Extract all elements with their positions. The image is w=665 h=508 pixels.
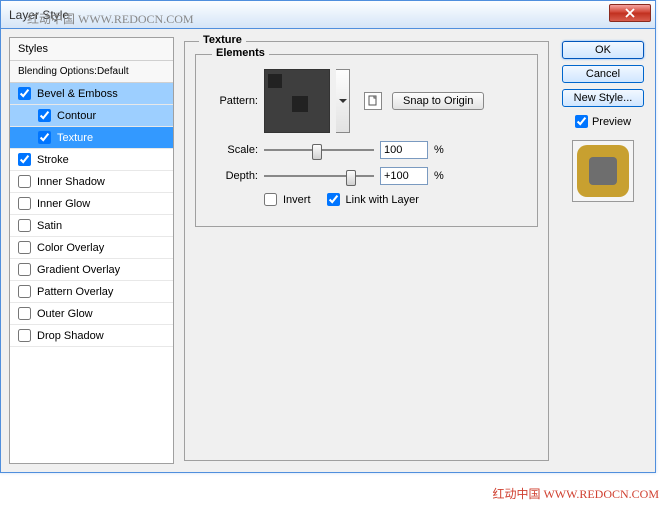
scale-slider[interactable] bbox=[264, 142, 374, 158]
preview-thumbnail bbox=[572, 140, 634, 202]
style-label: Texture bbox=[57, 132, 93, 144]
invert-checkbox[interactable] bbox=[264, 193, 277, 206]
watermark-bottom: 红动中国 WWW.REDOCN.COM bbox=[492, 485, 659, 502]
style-label: Contour bbox=[57, 110, 96, 122]
style-label: Inner Shadow bbox=[37, 176, 105, 188]
right-panel: OK Cancel New Style... Preview bbox=[559, 37, 647, 464]
styles-header[interactable]: Styles bbox=[10, 38, 173, 61]
style-label: Color Overlay bbox=[37, 242, 104, 254]
blending-options[interactable]: Blending Options:Default bbox=[10, 61, 173, 83]
section-title: Texture bbox=[199, 34, 246, 46]
new-pattern-button[interactable] bbox=[364, 92, 382, 110]
style-item-drop-shadow[interactable]: Drop Shadow bbox=[10, 325, 173, 347]
titlebar[interactable]: Layer Style 红动中国 WWW.REDOCN.COM bbox=[1, 1, 655, 29]
style-label: Outer Glow bbox=[37, 308, 93, 320]
scale-unit: % bbox=[434, 144, 444, 156]
style-label: Inner Glow bbox=[37, 198, 90, 210]
link-with-layer-checkbox[interactable] bbox=[327, 193, 340, 206]
style-checkbox[interactable] bbox=[18, 329, 31, 342]
link-with-layer-label: Link with Layer bbox=[346, 194, 419, 206]
style-label: Gradient Overlay bbox=[37, 264, 120, 276]
style-item-gradient-overlay[interactable]: Gradient Overlay bbox=[10, 259, 173, 281]
cancel-button[interactable]: Cancel bbox=[562, 65, 644, 83]
main-panel: Texture Elements Pattern: Snap to Origin bbox=[182, 37, 551, 464]
style-label: Satin bbox=[37, 220, 62, 232]
scale-label: Scale: bbox=[208, 144, 258, 156]
style-item-inner-shadow[interactable]: Inner Shadow bbox=[10, 171, 173, 193]
pattern-dropdown[interactable] bbox=[336, 69, 350, 133]
watermark-top: 红动中国 WWW.REDOCN.COM bbox=[27, 10, 194, 27]
new-style-button[interactable]: New Style... bbox=[562, 89, 644, 107]
style-checkbox[interactable] bbox=[38, 131, 51, 144]
style-item-pattern-overlay[interactable]: Pattern Overlay bbox=[10, 281, 173, 303]
style-item-outer-glow[interactable]: Outer Glow bbox=[10, 303, 173, 325]
depth-input[interactable] bbox=[380, 167, 428, 185]
style-label: Bevel & Emboss bbox=[37, 88, 118, 100]
style-checkbox[interactable] bbox=[18, 153, 31, 166]
style-item-color-overlay[interactable]: Color Overlay bbox=[10, 237, 173, 259]
preview-checkbox[interactable] bbox=[575, 115, 588, 128]
style-item-texture[interactable]: Texture bbox=[10, 127, 173, 149]
style-item-stroke[interactable]: Stroke bbox=[10, 149, 173, 171]
style-label: Drop Shadow bbox=[37, 330, 104, 342]
style-item-bevel-emboss[interactable]: Bevel & Emboss bbox=[10, 83, 173, 105]
style-checkbox[interactable] bbox=[38, 109, 51, 122]
depth-label: Depth: bbox=[208, 170, 258, 182]
ok-button[interactable]: OK bbox=[562, 41, 644, 59]
style-checkbox[interactable] bbox=[18, 87, 31, 100]
invert-label: Invert bbox=[283, 194, 311, 206]
style-checkbox[interactable] bbox=[18, 307, 31, 320]
style-label: Pattern Overlay bbox=[37, 286, 113, 298]
snap-to-origin-button[interactable]: Snap to Origin bbox=[392, 92, 484, 110]
style-item-inner-glow[interactable]: Inner Glow bbox=[10, 193, 173, 215]
style-item-contour[interactable]: Contour bbox=[10, 105, 173, 127]
style-label: Stroke bbox=[37, 154, 69, 166]
pattern-swatch[interactable] bbox=[264, 69, 330, 133]
depth-slider[interactable] bbox=[264, 168, 374, 184]
depth-unit: % bbox=[434, 170, 444, 182]
elements-title: Elements bbox=[212, 47, 269, 59]
style-checkbox[interactable] bbox=[18, 241, 31, 254]
style-checkbox[interactable] bbox=[18, 197, 31, 210]
new-document-icon bbox=[367, 95, 379, 107]
style-checkbox[interactable] bbox=[18, 219, 31, 232]
style-checkbox[interactable] bbox=[18, 285, 31, 298]
styles-panel: Styles Blending Options:Default Bevel & … bbox=[9, 37, 174, 464]
preview-label: Preview bbox=[592, 116, 631, 128]
style-checkbox[interactable] bbox=[18, 263, 31, 276]
style-item-satin[interactable]: Satin bbox=[10, 215, 173, 237]
style-checkbox[interactable] bbox=[18, 175, 31, 188]
pattern-label: Pattern: bbox=[208, 95, 258, 107]
scale-input[interactable] bbox=[380, 141, 428, 159]
close-button[interactable] bbox=[609, 4, 651, 22]
close-icon bbox=[625, 8, 635, 18]
